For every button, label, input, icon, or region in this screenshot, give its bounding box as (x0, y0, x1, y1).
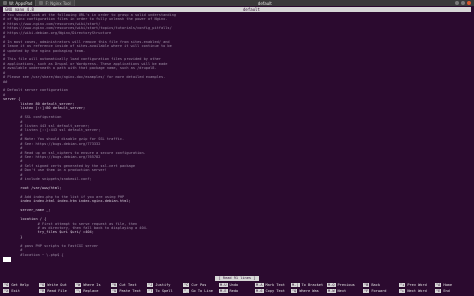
shortcut-key: ^◂ (399, 282, 406, 288)
shortcut-label: Replace (83, 289, 99, 293)
status-bar: [ Read 91 lines ] (0, 276, 474, 281)
shortcut-key: M-A (255, 282, 264, 288)
shortcut-label: End (443, 289, 450, 293)
nano-filename: default (243, 7, 260, 12)
shortcut-key: ^X (3, 288, 10, 294)
shortcut-key: M-U (219, 282, 228, 288)
shortcut-item[interactable]: ^T To Spell (147, 288, 183, 294)
terminal-icon (3, 1, 7, 5)
shortcut-item[interactable]: M-W Next (327, 288, 363, 294)
shortcut-item[interactable]: ^F Forward (363, 288, 399, 294)
shortcut-item[interactable]: M-E Redo (219, 288, 255, 294)
close-icon[interactable] (467, 1, 471, 5)
shortcut-item[interactable]: ^▸ Next Word (399, 288, 435, 294)
shortcut-label: Where Is (83, 283, 101, 287)
shortcut-label: To Bracket (301, 283, 324, 287)
shortcut-key: ^_ (183, 288, 190, 294)
nano-header: GNU nano 4.8 default (3, 7, 471, 12)
shortcut-label: Previous (337, 283, 355, 287)
shortcut-item[interactable]: ^\ Replace (75, 288, 111, 294)
window-titlebar: W: AppsPad F: Nginx Tool default (0, 0, 474, 6)
maximize-icon[interactable] (461, 1, 465, 5)
shortcut-label: Next (337, 289, 347, 293)
tab-nginx-tool[interactable]: F: Nginx Tool (36, 0, 75, 6)
shortcut-key: M-6 (255, 288, 264, 294)
shortcut-key: M-W (327, 288, 336, 294)
shortcut-key: ^J (147, 282, 154, 288)
minimize-icon[interactable] (455, 1, 459, 5)
shortcut-label: Redo (229, 289, 239, 293)
shortcut-key: ^C (183, 282, 190, 288)
shortcut-key: ^K (111, 282, 118, 288)
terminal-icon (39, 1, 44, 5)
shortcut-key: ^G (3, 282, 10, 288)
shortcut-key: M-Q (327, 282, 336, 288)
shortcut-label: Home (443, 283, 452, 287)
shortcut-label: Forward (371, 289, 387, 293)
shortcut-key: ^F (363, 288, 370, 294)
shortcut-key: M-E (219, 288, 228, 294)
shortcut-label: Back (371, 283, 380, 287)
editor-text-area[interactable]: # You should look at the following URL's… (3, 13, 471, 275)
shortcut-item[interactable]: ^_ Go To Line (183, 288, 219, 294)
shortcut-item[interactable]: ^X Exit (3, 288, 39, 294)
shortcut-item[interactable]: ^R Read File (39, 288, 75, 294)
shortcut-key: ^▸ (399, 288, 406, 294)
shortcut-key: ^O (39, 282, 46, 288)
shortcut-label: Paste Text (119, 289, 141, 293)
shortcut-item[interactable]: M-6 Copy Text (255, 288, 291, 294)
shortcut-key: ^T (147, 288, 154, 294)
shortcut-label: Cur Pos (191, 283, 207, 287)
shortcut-label: Mark Text (265, 283, 285, 287)
shortcut-label: Write Out (47, 283, 67, 287)
shortcut-item[interactable]: ^U Paste Text (111, 288, 147, 294)
shortcut-key: ^U (111, 288, 118, 294)
shortcut-label: Cut Text (119, 283, 137, 287)
shortcut-label: Prev Word (407, 283, 427, 287)
shortcut-label: Exit (11, 289, 20, 293)
shortcut-label: Justify (155, 283, 171, 287)
shortcut-key: ^Q (291, 288, 298, 294)
shortcut-bar: ^G Get Help ^O Write Out ^W Where Is ^K Cut Tex… (3, 282, 471, 294)
shortcut-label: To Spell (155, 289, 173, 293)
shortcut-label: Copy Text (265, 289, 285, 293)
shortcut-key: ^A (435, 282, 442, 288)
editor-line: #location ~ \.php$ { (3, 252, 64, 257)
shortcut-key: M-] (291, 282, 300, 288)
shortcut-label: Get Help (11, 283, 29, 287)
shortcut-key: ^R (39, 288, 46, 294)
shortcut-item[interactable]: ^Q Where Was (291, 288, 327, 294)
shortcut-label: Where Was (299, 289, 319, 293)
shortcut-label: Read File (47, 289, 67, 293)
shortcut-label: Undo (229, 283, 239, 287)
shortcut-key: ^B (363, 282, 370, 288)
shortcut-key: ^W (75, 282, 82, 288)
tab-appspad[interactable]: W: AppsPad (0, 0, 37, 6)
shortcut-item[interactable]: ^E End (435, 288, 471, 294)
shortcut-label: Next Word (407, 289, 427, 293)
text-cursor (3, 257, 11, 262)
shortcut-label: Go To Line (191, 289, 213, 293)
window-title: default (257, 0, 272, 6)
status-message: [ Read 91 lines ] (214, 276, 260, 281)
shortcut-key: ^\ (75, 288, 82, 294)
tab-label: W: AppsPad (9, 0, 33, 6)
tab-label: F: Nginx Tool (45, 0, 71, 6)
nano-version: GNU nano 4.8 (5, 7, 34, 12)
shortcut-key: ^E (435, 288, 442, 294)
